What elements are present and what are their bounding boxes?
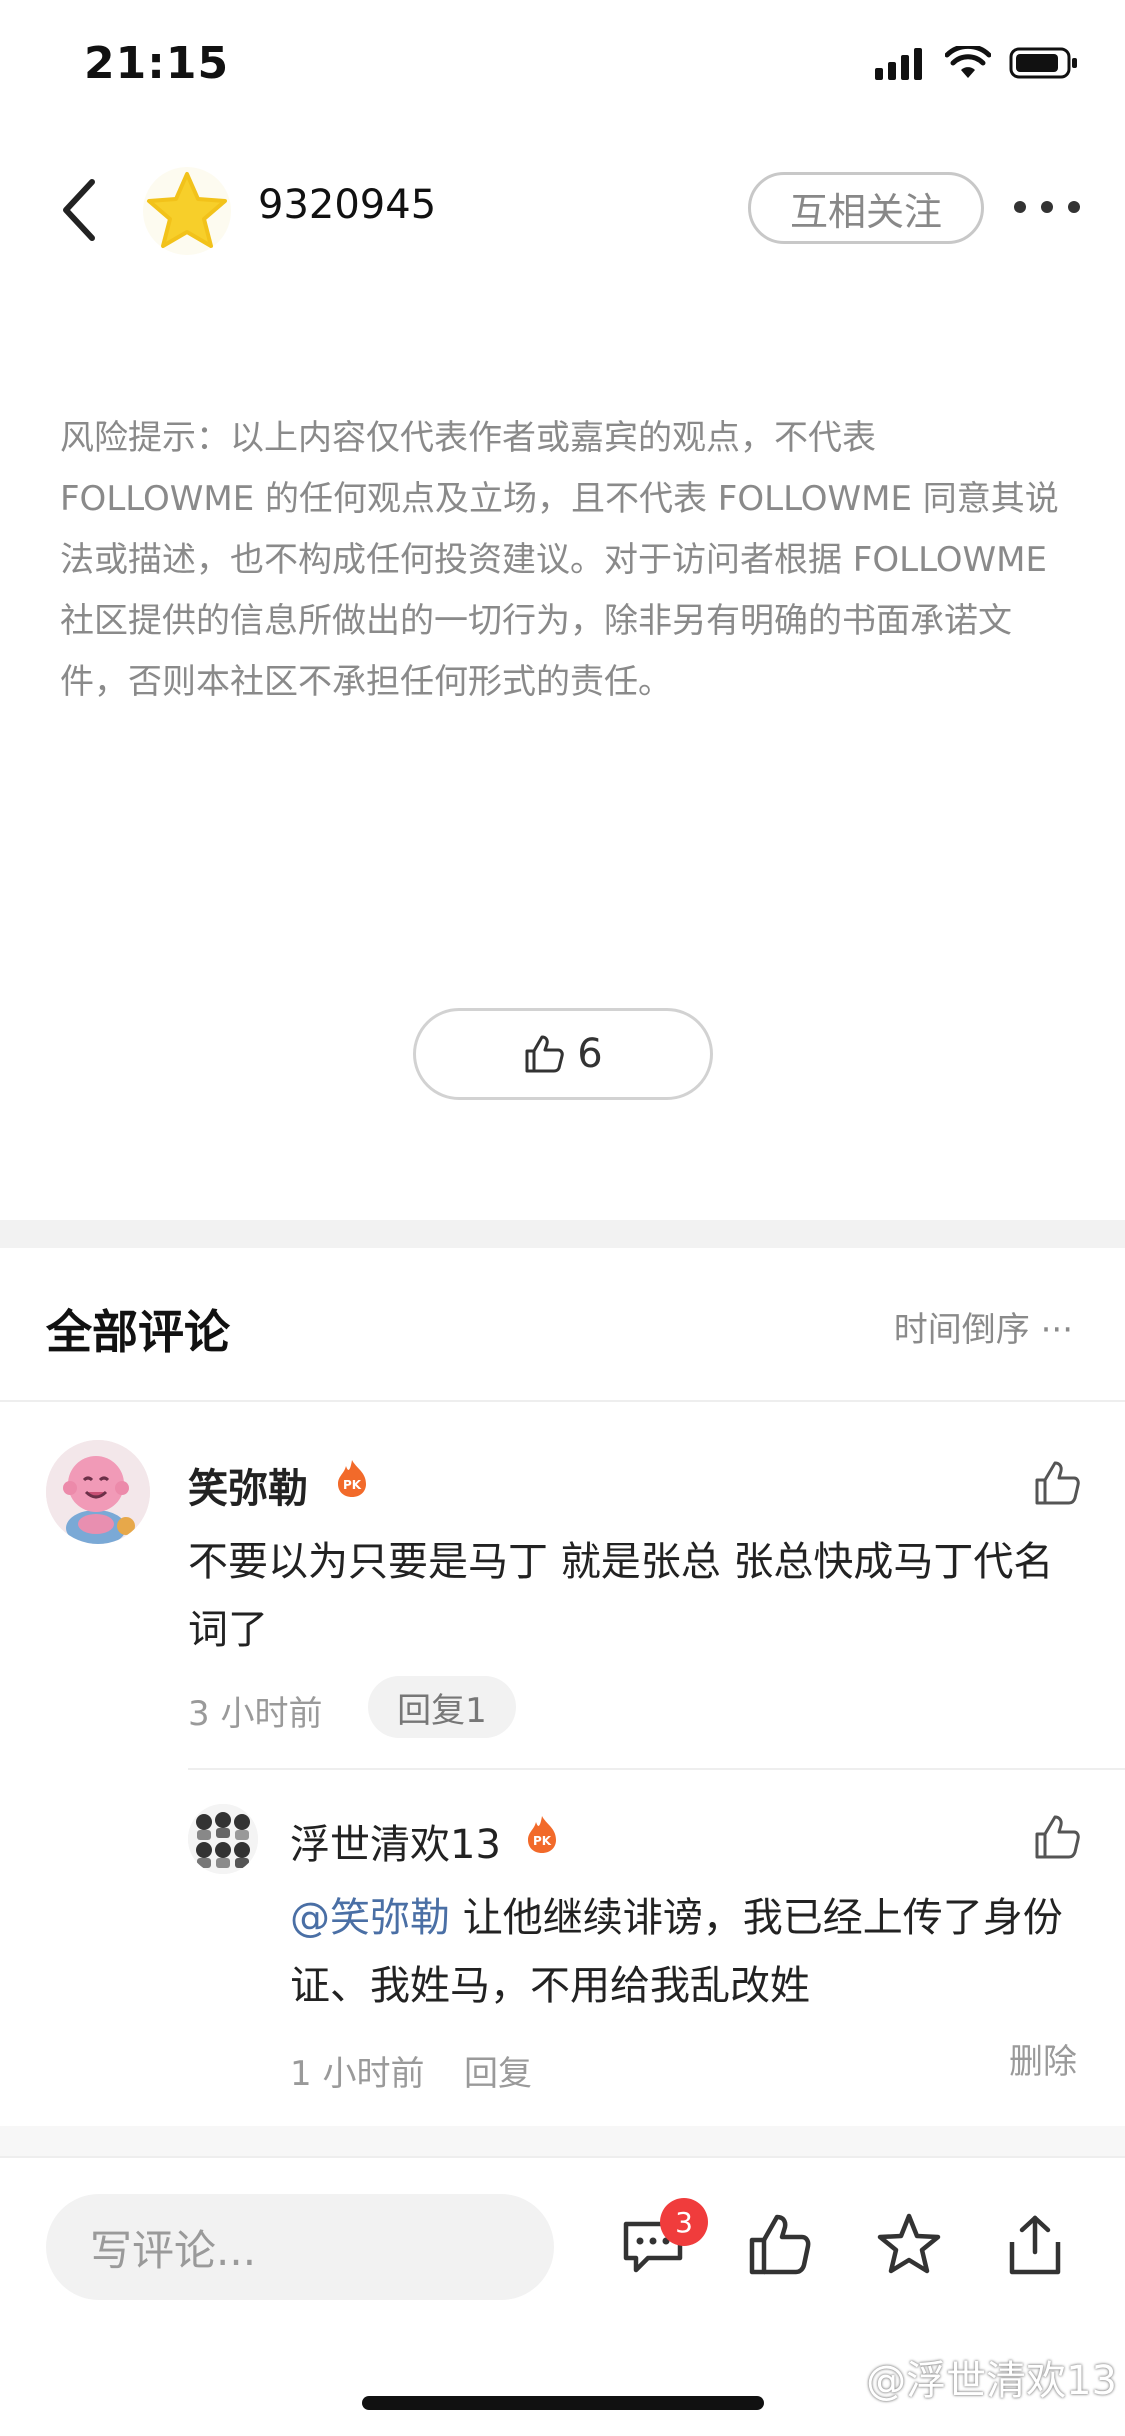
avatar[interactable] <box>142 166 232 256</box>
comments-title: 全部评论 <box>46 1305 230 1359</box>
profile-header: 9320945 互相关注 <box>0 150 1125 270</box>
star-icon[interactable] <box>874 2210 944 2280</box>
more-options-button[interactable] <box>1014 192 1080 222</box>
status-bar: 21:15 <box>0 0 1125 130</box>
reply-time: 1 小时前 <box>290 2054 425 2094</box>
sort-order-button[interactable]: 时间倒序 ··· <box>894 1302 1073 1351</box>
section-divider <box>0 2126 1125 2156</box>
delete-button[interactable]: 删除 <box>1009 2034 1077 2083</box>
reply-like-icon[interactable] <box>1032 1812 1082 1862</box>
home-indicator[interactable] <box>362 2396 764 2410</box>
reply-author[interactable]: 浮世清欢13 <box>290 1812 501 1870</box>
reply-button[interactable]: 回复 <box>464 2046 532 2095</box>
divider <box>188 1768 1125 1770</box>
mutual-follow-button[interactable]: 互相关注 <box>748 172 984 244</box>
comment-like-icon[interactable] <box>1032 1458 1082 1508</box>
battery-icon <box>1009 47 1077 79</box>
back-arrow-icon <box>63 179 95 241</box>
watermark: @浮世清欢13 <box>866 2358 1117 2404</box>
more-dots-icon <box>1014 201 1026 213</box>
bottom-action-bar: 写评论... 3 @浮世清欢13 <box>0 2156 1125 2436</box>
status-time: 21:15 <box>84 38 230 89</box>
comment-count-badge: 3 <box>660 2198 708 2246</box>
comment-author[interactable]: 笑弥勒 <box>188 1456 308 1514</box>
divider <box>0 1400 1125 1402</box>
buddha-avatar-icon <box>46 1440 150 1544</box>
fire-badge-icon: PK <box>528 1816 556 1853</box>
comment-text: 不要以为只要是马丁 就是张总 张总快成马丁代名词了 <box>188 1539 1054 1653</box>
share-icon[interactable] <box>1000 2210 1070 2280</box>
fire-badge-icon: PK <box>338 1460 366 1497</box>
reply-count-button[interactable]: 回复1 <box>368 1676 516 1738</box>
mention-link[interactable]: @笑弥勒 <box>290 1895 450 1941</box>
like-count: 6 <box>577 1031 603 1077</box>
reply-avatar[interactable] <box>188 1804 258 1874</box>
thumbs-up-icon <box>525 1035 565 1073</box>
svg-text:PK: PK <box>533 1834 552 1848</box>
comment-time: 3 小时前 <box>188 1694 323 1734</box>
reply-text: @笑弥勒 让他继续诽谤，我已经上传了身份证、我姓马，不用给我乱改姓 <box>290 1884 1090 2020</box>
group-avatar-icon <box>188 1804 258 1874</box>
wifi-icon <box>945 46 991 78</box>
user-id[interactable]: 9320945 <box>258 182 436 228</box>
comment-input[interactable]: 写评论... <box>46 2194 554 2300</box>
status-icons <box>875 46 1079 80</box>
section-divider <box>0 1220 1125 1248</box>
risk-disclaimer: 风险提示：以上内容仅代表作者或嘉宾的观点，不代表 FOLLOWME 的任何观点及… <box>60 418 1059 702</box>
star-avatar-icon <box>143 167 231 255</box>
svg-text:PK: PK <box>343 1478 362 1492</box>
thumbs-up-icon[interactable] <box>746 2210 816 2280</box>
like-button[interactable]: 6 <box>413 1008 713 1100</box>
signal-icon <box>875 48 922 80</box>
back-button[interactable] <box>50 170 110 250</box>
comment-avatar[interactable] <box>46 1440 150 1544</box>
